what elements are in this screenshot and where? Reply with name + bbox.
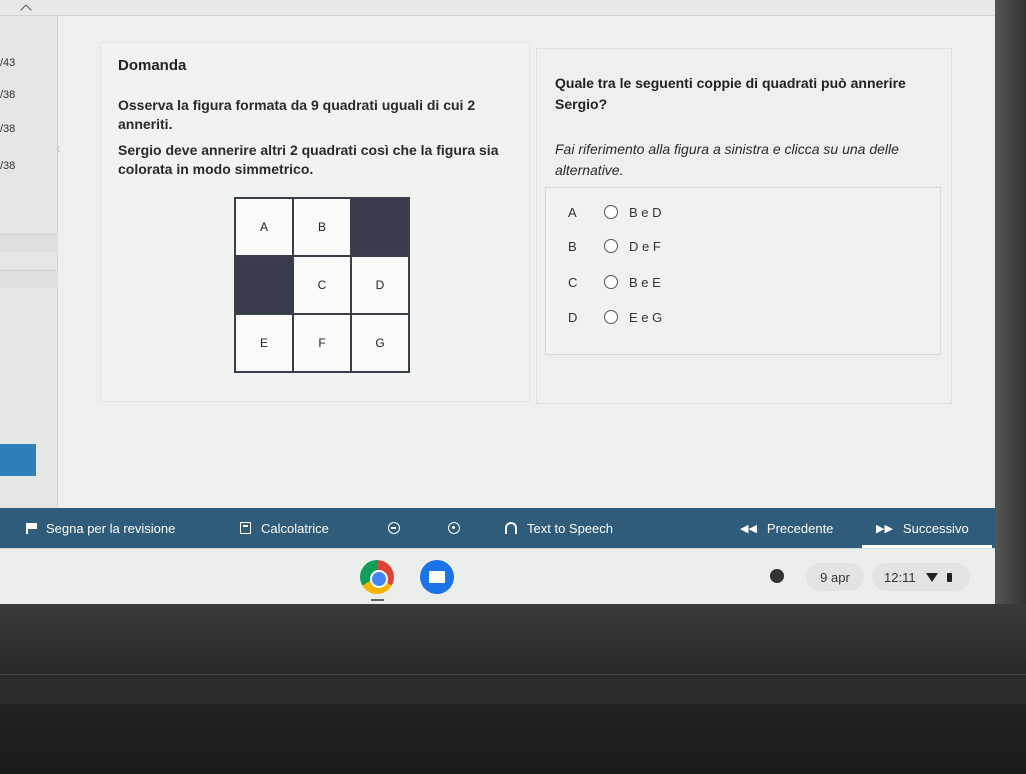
option-text: B e D [629,204,662,220]
rail-divider [0,234,58,252]
rail-active-indicator[interactable] [0,444,36,476]
option-a[interactable]: A B e D [568,202,662,222]
running-indicator [371,599,384,601]
square-figure: A B C D E F G [234,197,410,373]
top-bar [0,0,995,16]
option-text: E e G [629,309,663,325]
question-panel: Domanda Osserva la figura formata da 9 q… [100,42,530,402]
question-text: Sergio deve annerire altri 2 quadrati co… [118,142,499,177]
chrome-icon[interactable] [360,560,394,594]
radio-button[interactable] [604,275,618,289]
review-button[interactable]: Segna per la revisione [26,508,175,548]
answer-instruction: Fai riferimento alla figura a sinistra e… [555,141,899,178]
options-box: A B e D B D e F C B e E D E e G [545,187,941,355]
os-shelf: 9 apr 12:11 [0,548,995,604]
option-c[interactable]: C B e E [568,272,661,292]
option-letter: B [568,238,577,254]
keyboard-edge [0,674,1026,704]
grid-cell: G [351,314,409,372]
chevron-left-icon[interactable]: ‹ [56,140,61,156]
wifi-icon [925,572,938,582]
grid-cell: C [293,256,351,314]
headphones-icon [505,522,517,534]
grid-cell: A [235,198,293,256]
radio-button[interactable] [604,239,618,253]
calculator-icon [240,522,251,534]
rewind-icon: ◀◀ [740,522,757,535]
zoom-out-button[interactable] [388,508,400,548]
question-navigation-rail: /43 /38 /38 /38 [0,16,58,508]
battery-icon [946,572,952,582]
rail-item-score[interactable]: /38 [0,123,15,135]
next-label: Successivo [902,520,969,536]
question-text: Osserva la figura formata da 9 quadrati … [118,97,476,132]
option-letter: A [568,204,577,220]
answer-panel: Quale tra le seguenti coppie di quadrati… [536,48,952,404]
calculator-label: Calcolatrice [261,520,329,536]
option-letter: C [568,274,578,290]
date-pill[interactable]: 9 apr [806,563,864,591]
option-text: D e F [629,238,661,254]
tts-label: Text to Speech [527,520,613,536]
option-letter: D [568,309,578,325]
grid-cell [235,256,293,314]
rail-item-score[interactable]: /43 [0,57,15,69]
grid-cell [351,198,409,256]
grid-cell: D [351,256,409,314]
question-label: Domanda [118,57,187,74]
zoom-reset-icon [448,522,460,534]
chevron-up-icon[interactable] [20,4,32,16]
option-b[interactable]: B D e F [568,236,661,256]
bottom-toolbar: Segna per la revisione Calcolatrice Text… [0,508,995,548]
text-to-speech-button[interactable]: Text to Speech [505,508,613,548]
radio-button[interactable] [604,205,618,219]
previous-button[interactable]: ◀◀ Precedente [740,508,833,548]
previous-label: Precedente [766,520,834,536]
files-icon[interactable] [420,560,454,594]
grid-cell: E [235,314,293,372]
clock: 12:11 [884,569,916,585]
rail-divider [0,270,58,288]
option-d[interactable]: D E e G [568,307,662,327]
calculator-button[interactable]: Calcolatrice [240,508,329,548]
answer-question: Quale tra le seguenti coppie di quadrati… [555,75,906,112]
next-button[interactable]: ▶▶ Successivo [876,508,969,548]
screen-record-icon[interactable] [770,569,784,583]
review-label: Segna per la revisione [46,520,176,536]
rail-item-score[interactable]: /38 [0,160,15,172]
fast-forward-icon: ▶▶ [876,522,893,535]
zoom-reset-button[interactable] [448,508,460,548]
monitor-edge [995,0,1026,604]
radio-button[interactable] [604,310,618,324]
grid-cell: F [293,314,351,372]
rail-item-score[interactable]: /38 [0,89,15,101]
grid-cell: B [293,198,351,256]
option-text: B e E [629,274,661,290]
zoom-out-icon [388,522,400,534]
flag-icon [26,522,37,534]
screen: /43 /38 /38 /38 ‹ Domanda Osserva la fig… [0,0,995,604]
status-tray[interactable]: 12:11 [872,563,970,591]
